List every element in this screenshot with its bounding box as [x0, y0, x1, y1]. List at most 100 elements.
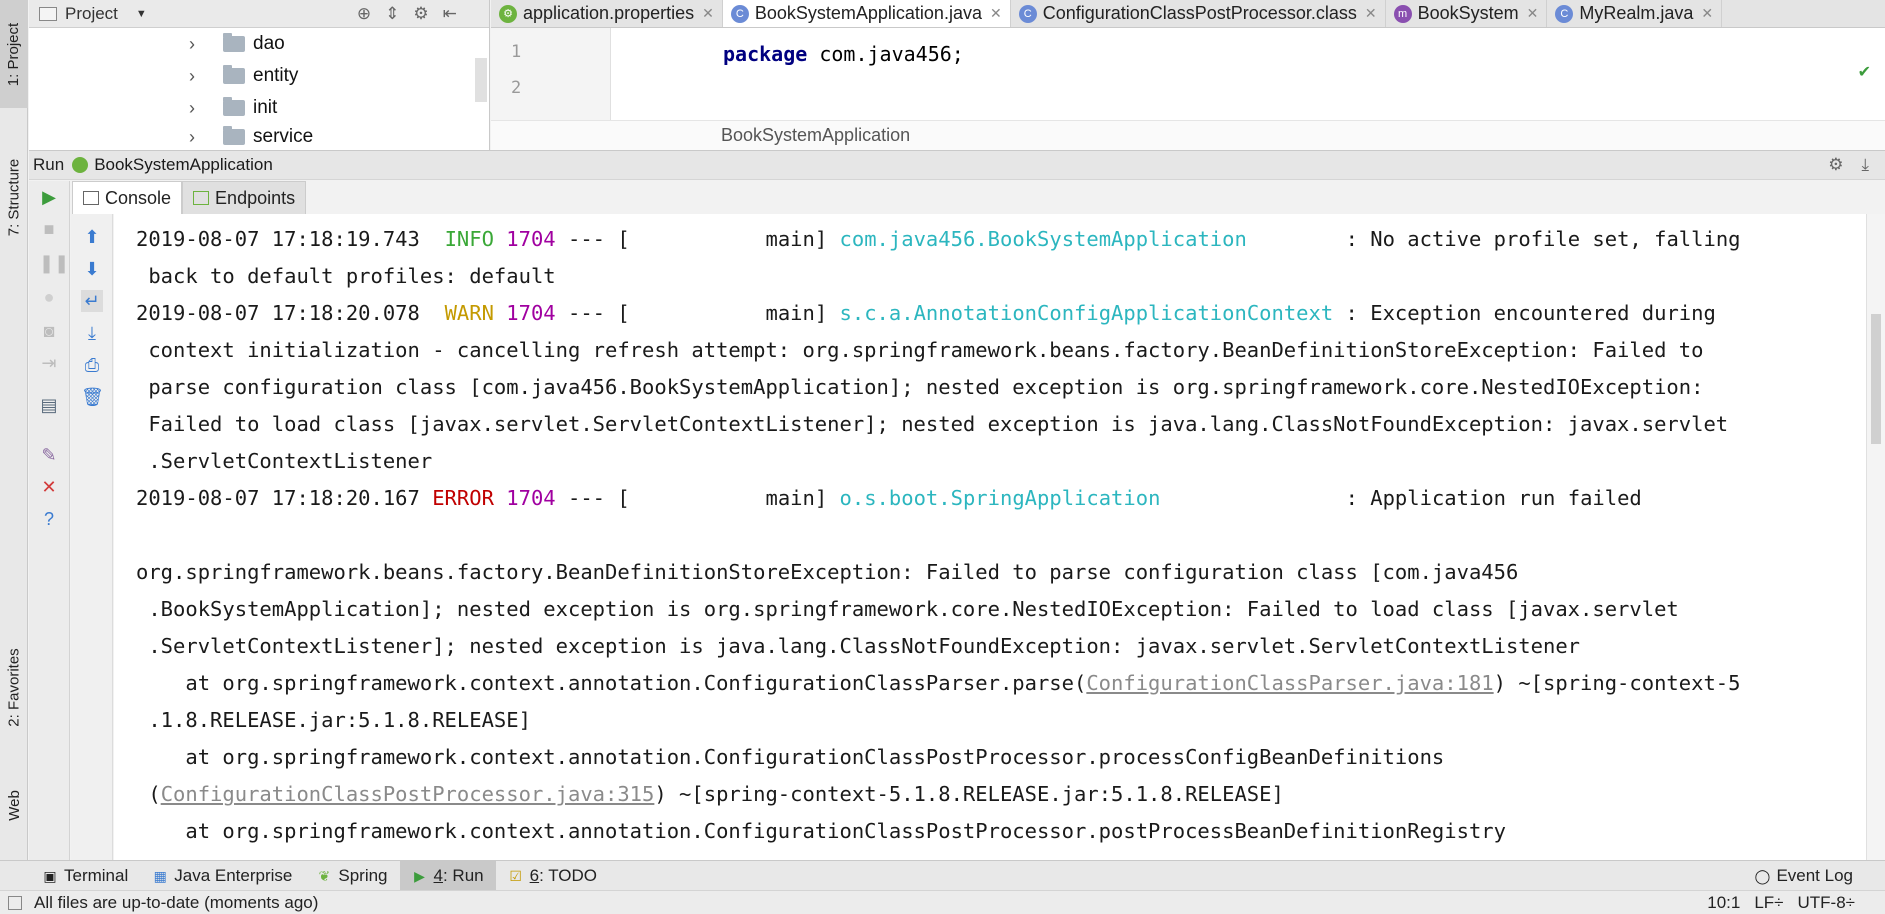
close-icon[interactable]: ✕: [1701, 5, 1713, 22]
close-icon[interactable]: ✕: [990, 5, 1002, 22]
tree-item-dao[interactable]: › dao: [29, 28, 489, 60]
endpoints-icon: [193, 191, 210, 205]
code-area[interactable]: 1 2 package com.java456; ✔: [491, 28, 1885, 120]
project-panel-title[interactable]: Project: [65, 4, 118, 24]
hide-panel-icon[interactable]: ⤓: [1861, 155, 1869, 175]
console-scrollbar[interactable]: [1866, 214, 1885, 860]
project-icon: [39, 6, 57, 21]
hide-icon[interactable]: ⇤: [443, 4, 457, 24]
camera-icon[interactable]: ◙: [39, 321, 59, 341]
spring-icon: ❦: [318, 867, 331, 884]
collapse-icon[interactable]: ⇕: [385, 4, 399, 24]
source-link[interactable]: ConfigurationClassParser.java:181: [1086, 671, 1493, 695]
code-keyword: package: [723, 42, 808, 66]
stack-line: at org.springframework.context.annotatio…: [136, 745, 1445, 769]
pin-icon[interactable]: ✎: [39, 445, 59, 465]
code-line[interactable]: package com.java456;: [723, 42, 964, 66]
tool-tab-spring[interactable]: ❦ Spring: [304, 861, 399, 890]
locate-icon[interactable]: ⊕: [357, 4, 371, 24]
log-line: 2019-08-07 17:18:20.078 WARN 1704 --- [ …: [136, 301, 1716, 325]
folder-icon: [223, 126, 245, 145]
close-icon[interactable]: ✕: [1365, 5, 1377, 22]
breadcrumb[interactable]: BookSystemApplication: [491, 120, 1885, 150]
status-message[interactable]: All files are up-to-date (moments ago): [34, 893, 318, 913]
tab-console[interactable]: Console: [72, 181, 183, 214]
chevron-right-icon[interactable]: ›: [189, 34, 205, 55]
stack-line: .1.8.RELEASE.jar:5.1.8.RELEASE]: [136, 708, 531, 732]
line-separator[interactable]: LF÷: [1754, 893, 1783, 913]
scrollbar-thumb[interactable]: [1871, 314, 1881, 444]
logger-name: s.c.a.AnnotationConfigApplicationContext: [839, 301, 1334, 325]
toggle-tool-windows-icon[interactable]: [8, 895, 22, 910]
tree-item-label: dao: [253, 33, 285, 54]
speech-bubble-icon: ◯: [1754, 867, 1771, 884]
caret-position[interactable]: 10:1: [1707, 893, 1740, 913]
maven-icon: m: [1393, 4, 1412, 23]
code-text: com.java456;: [807, 42, 964, 66]
tool-tab-favorites[interactable]: 2: Favorites: [0, 632, 28, 742]
soft-wrap-icon[interactable]: ↵: [81, 290, 103, 312]
chevron-right-icon[interactable]: ›: [189, 66, 205, 87]
log-line: back to default profiles: default: [136, 264, 556, 288]
bottom-tool-bar: ▣ Terminal ▦ Java Enterprise ❦ Spring ▶ …: [0, 860, 1885, 890]
login-icon[interactable]: ⇥: [39, 353, 59, 373]
console-icon: [83, 191, 99, 205]
log-line: parse configuration class [com.java456.B…: [136, 375, 1704, 399]
tool-tab-web[interactable]: Web: [0, 775, 28, 835]
close-icon[interactable]: ✕: [39, 477, 59, 497]
debug-icon[interactable]: ●: [39, 287, 59, 307]
tab-booksystem[interactable]: m BookSystem ✕: [1386, 0, 1548, 27]
chevron-right-icon[interactable]: ›: [189, 98, 205, 119]
source-link[interactable]: ConfigurationClassPostProcessor.java:315: [161, 782, 655, 806]
tree-item-label: entity: [253, 65, 299, 86]
project-scrollbar[interactable]: [475, 58, 487, 102]
print-icon[interactable]: ⎙: [81, 354, 103, 376]
tab-booksystemapplication-java[interactable]: C BookSystemApplication.java ✕: [722, 0, 1011, 27]
tool-tab-structure[interactable]: 7: Structure: [0, 142, 28, 252]
tab-endpoints[interactable]: Endpoints: [182, 181, 307, 214]
status-bar: All files are up-to-date (moments ago) 1…: [0, 890, 1885, 914]
tool-tab-run[interactable]: ▶ 4: Run: [399, 861, 496, 890]
tree-item-service[interactable]: › service: [29, 124, 489, 150]
line-number: 1: [511, 42, 522, 62]
tool-tab-todo[interactable]: ☑ 6: TODO: [496, 861, 609, 890]
trash-icon[interactable]: 🗑: [81, 386, 104, 408]
log-level-warn: WARN: [444, 301, 494, 325]
tree-item-init[interactable]: › init: [29, 92, 489, 124]
chevron-right-icon[interactable]: ›: [189, 127, 205, 148]
gear-icon[interactable]: ⚙: [1828, 155, 1843, 175]
file-encoding[interactable]: UTF-8÷: [1798, 893, 1856, 913]
console-output[interactable]: 2019-08-07 17:18:19.743 INFO 1704 --- [ …: [114, 214, 1866, 860]
tool-tab-terminal[interactable]: ▣ Terminal: [30, 861, 140, 890]
run-tabs: Console Endpoints: [72, 181, 307, 214]
tab-application-properties[interactable]: ⚙ application.properties ✕: [491, 0, 723, 27]
stop-icon[interactable]: ■: [39, 219, 59, 239]
close-icon[interactable]: ✕: [702, 5, 714, 22]
run-config-name: BookSystemApplication: [94, 155, 273, 174]
console-toolbar: ⬆ ⬇ ↵ ⤓ ⎙ 🗑: [71, 214, 113, 860]
log-level-error: ERROR: [432, 486, 494, 510]
layout-icon[interactable]: ▤: [39, 395, 59, 415]
tool-tab-java-enterprise[interactable]: ▦ Java Enterprise: [140, 861, 304, 890]
check-icon: ✔: [1857, 64, 1871, 81]
tool-tab-project[interactable]: 1: Project: [0, 0, 28, 108]
tree-item-entity[interactable]: › entity: [29, 60, 489, 92]
gear-icon[interactable]: ⚙: [413, 4, 428, 24]
folder-icon: [223, 33, 245, 52]
chevron-down-icon[interactable]: ▼: [136, 8, 147, 20]
tool-tab-event-log[interactable]: ◯ Event Log: [1742, 866, 1865, 886]
project-panel-header: Project ▼ ⊕ ⇕ ⚙ ⇤: [29, 0, 489, 28]
arrow-up-icon[interactable]: ⬆: [81, 226, 103, 248]
tab-myrealm-java[interactable]: C MyRealm.java ✕: [1547, 0, 1723, 27]
rerun-icon[interactable]: ▶: [39, 187, 59, 207]
arrow-down-icon[interactable]: ⬇: [81, 258, 103, 280]
pause-icon[interactable]: ❚❚: [39, 253, 69, 273]
scroll-to-end-icon[interactable]: ⤓: [81, 322, 103, 344]
log-line: 2019-08-07 17:18:19.743 INFO 1704 --- [ …: [136, 227, 1741, 251]
log-line: org.springframework.beans.factory.BeanDe…: [136, 560, 1519, 584]
tab-configurationclasspostprocessor-class[interactable]: C ConfigurationClassPostProcessor.class …: [1011, 0, 1386, 27]
java-class-icon: C: [1555, 4, 1574, 23]
close-icon[interactable]: ✕: [1527, 5, 1539, 22]
run-panel-header: Run BookSystemApplication ⚙ ⤓: [29, 150, 1885, 180]
help-icon[interactable]: ?: [39, 509, 59, 529]
